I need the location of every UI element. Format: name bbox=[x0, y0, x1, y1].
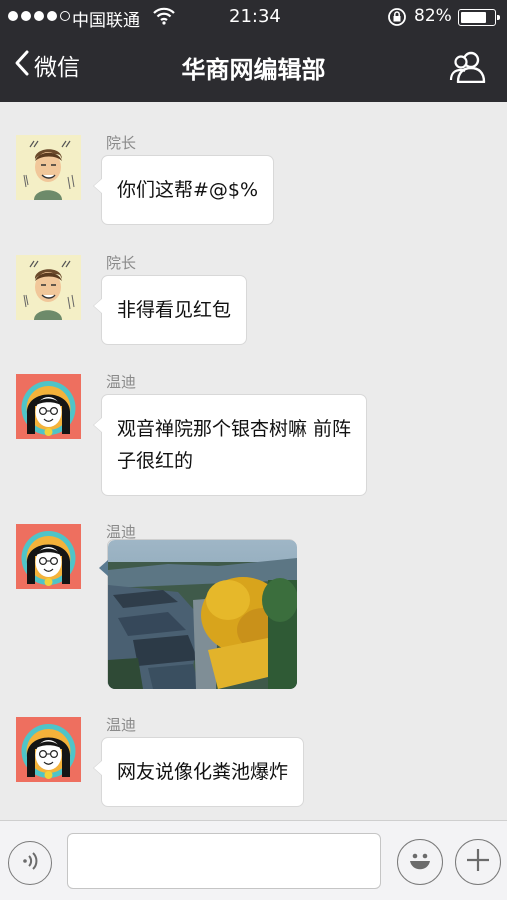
message-text: 网友说像化粪池爆炸 bbox=[117, 761, 289, 783]
message-input[interactable] bbox=[67, 833, 381, 889]
input-bar bbox=[0, 820, 507, 900]
more-button[interactable] bbox=[455, 839, 501, 885]
image-message[interactable] bbox=[99, 539, 297, 689]
battery-icon bbox=[458, 9, 500, 26]
message-bubble[interactable]: 网友说像化粪池爆炸 bbox=[92, 737, 305, 807]
sender-name: 温迪 bbox=[106, 716, 137, 734]
message-text: 你们这帮#@$% bbox=[117, 179, 259, 201]
message-bubble[interactable]: 你们这帮#@$% bbox=[92, 155, 275, 225]
avatar-wendi[interactable] bbox=[16, 524, 81, 589]
emoji-button[interactable] bbox=[397, 839, 443, 885]
sender-name: 温迪 bbox=[106, 373, 137, 391]
voice-button[interactable] bbox=[8, 841, 52, 885]
signal-strength-icon bbox=[8, 11, 70, 21]
sender-name: 院长 bbox=[106, 134, 137, 152]
chat-title: 华商网编辑部 bbox=[181, 56, 326, 84]
emoji-icon bbox=[405, 845, 435, 879]
nav-bar: 微信 华商网编辑部 bbox=[0, 34, 507, 102]
battery-percent: 82% bbox=[414, 6, 452, 26]
voice-icon bbox=[18, 849, 42, 877]
avatar-yuanzhang[interactable] bbox=[16, 135, 81, 200]
wifi-icon bbox=[153, 7, 175, 30]
carrier-name: 中国联通 bbox=[72, 11, 140, 31]
top-bar: 中国联通 21:34 82% 微信 华商网编辑部 bbox=[0, 0, 507, 102]
avatar-wendi[interactable] bbox=[16, 374, 81, 439]
message-text: 非得看见红包 bbox=[117, 299, 232, 321]
rotation-lock-icon bbox=[387, 7, 407, 32]
chat-area[interactable]: 院长 你们这帮#@$% 院长 非得看见红包 温迪 观音禅院那个银杏树嘛 前阵 子… bbox=[0, 102, 507, 820]
sender-name: 院长 bbox=[106, 254, 137, 272]
message-text: 子很红的 bbox=[117, 450, 194, 472]
status-bar: 中国联通 21:34 82% bbox=[0, 0, 507, 34]
avatar-yuanzhang[interactable] bbox=[16, 255, 81, 320]
clock: 21:34 bbox=[229, 6, 281, 27]
group-profile-icon[interactable] bbox=[449, 51, 487, 87]
message-bubble[interactable]: 观音禅院那个银杏树嘛 前阵 子很红的 bbox=[92, 394, 368, 496]
avatar-wendi[interactable] bbox=[16, 717, 81, 782]
message-text: 观音禅院那个银杏树嘛 前阵 bbox=[117, 418, 352, 440]
plus-icon bbox=[464, 846, 492, 878]
message-bubble[interactable]: 非得看见红包 bbox=[92, 275, 248, 345]
ginkgo-temple-photo bbox=[108, 540, 297, 689]
